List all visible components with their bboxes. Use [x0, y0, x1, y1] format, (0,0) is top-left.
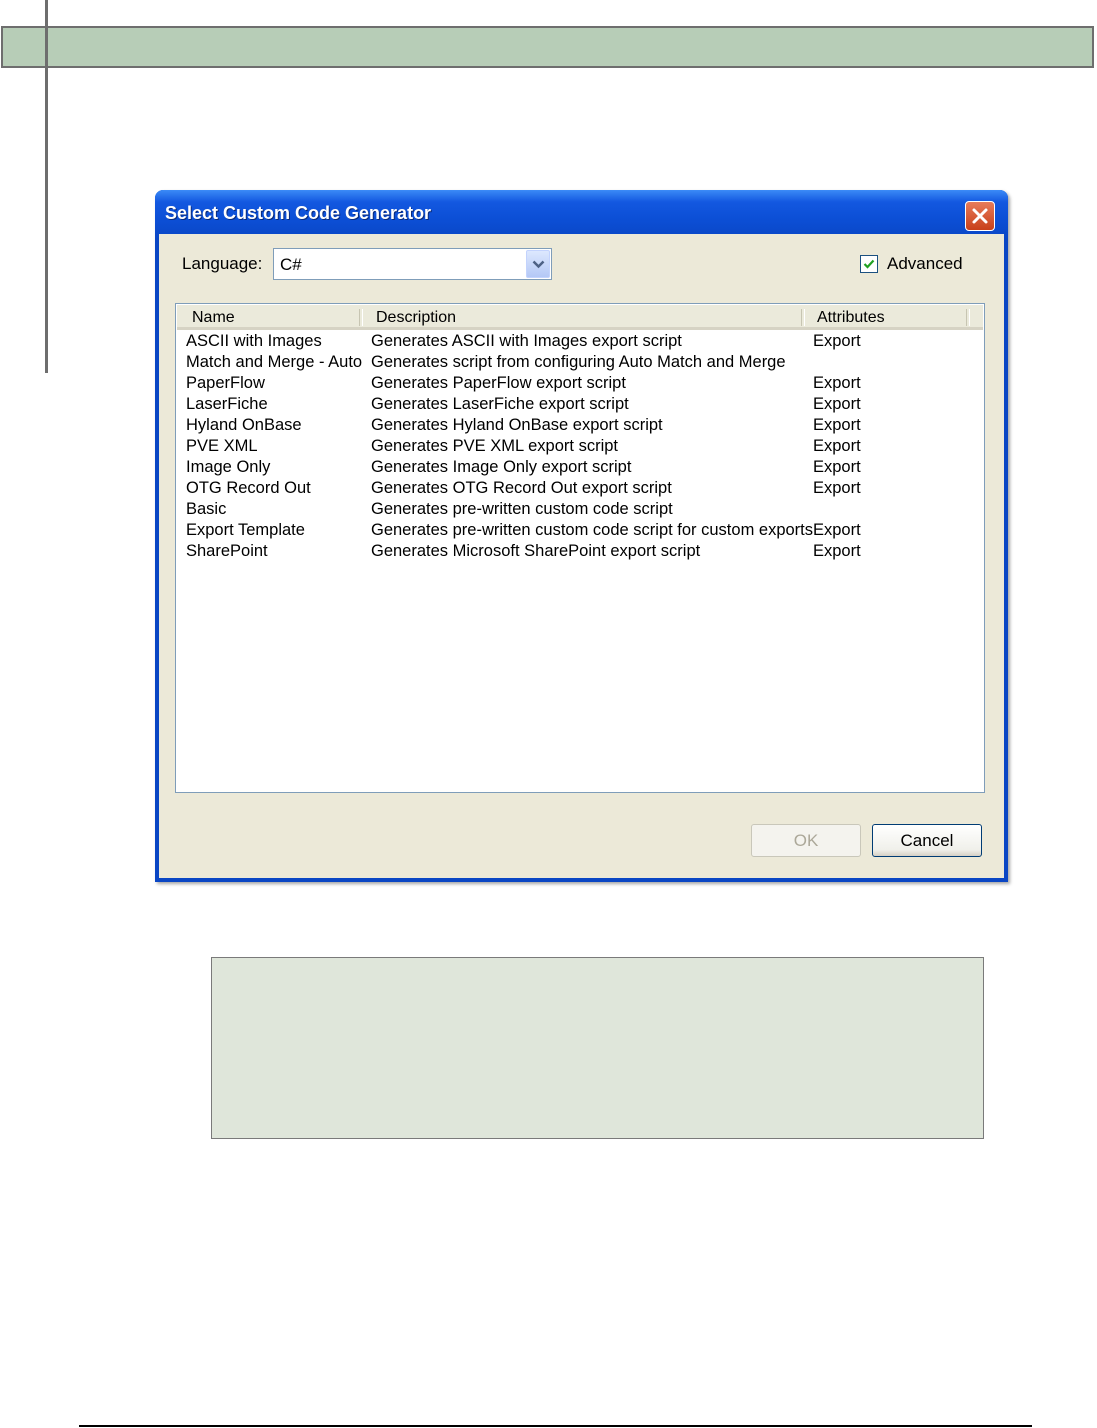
- list-item[interactable]: Match and Merge - Auto Generates script …: [176, 353, 982, 374]
- column-header-description[interactable]: Description: [376, 309, 456, 327]
- list-header: Name Description Attributes: [177, 305, 983, 330]
- item-name: Match and Merge - Auto: [186, 353, 363, 371]
- language-dropdown[interactable]: C#: [273, 248, 552, 280]
- item-name: LaserFiche: [186, 395, 268, 413]
- close-button[interactable]: [965, 201, 995, 231]
- close-icon: [972, 208, 988, 224]
- item-description: Generates Hyland OnBase export script: [371, 416, 663, 434]
- item-attributes: Export: [813, 479, 861, 497]
- item-attributes: Export: [813, 395, 861, 413]
- column-separator[interactable]: [359, 309, 363, 326]
- item-description: Generates ASCII with Images export scrip…: [371, 332, 682, 350]
- column-header-attributes[interactable]: Attributes: [817, 309, 885, 327]
- advanced-label[interactable]: Advanced: [887, 254, 963, 274]
- cancel-button[interactable]: Cancel: [872, 824, 982, 857]
- document-header-band: [1, 26, 1094, 68]
- list-item[interactable]: OTG Record Out Generates OTG Record Out …: [176, 479, 982, 500]
- language-label: Language:: [182, 254, 263, 273]
- item-name: ASCII with Images: [186, 332, 322, 350]
- item-description: Generates LaserFiche export script: [371, 395, 629, 413]
- dialog-title: Select Custom Code Generator: [165, 203, 432, 223]
- item-description: Generates pre-written custom code script: [371, 500, 673, 518]
- list-item[interactable]: SharePoint Generates Microsoft SharePoin…: [176, 542, 982, 563]
- language-value: C#: [280, 255, 302, 274]
- item-name: Image Only: [186, 458, 271, 476]
- item-attributes: Export: [813, 332, 861, 350]
- list-item[interactable]: Hyland OnBase Generates Hyland OnBase ex…: [176, 416, 982, 437]
- item-description: Generates PVE XML export script: [371, 437, 618, 455]
- language-dropdown-button[interactable]: [526, 250, 550, 278]
- item-name: Export Template: [186, 521, 305, 539]
- list-item[interactable]: PVE XML Generates PVE XML export script …: [176, 437, 982, 458]
- item-name: SharePoint: [186, 542, 268, 560]
- dialog-titlebar[interactable]: Select Custom Code Generator: [155, 190, 1008, 238]
- item-name: Basic: [186, 500, 227, 518]
- item-name: PVE XML: [186, 437, 258, 455]
- list-item[interactable]: Basic Generates pre-written custom code …: [176, 500, 982, 521]
- ok-button[interactable]: OK: [751, 824, 861, 857]
- advanced-checkbox[interactable]: [860, 255, 878, 273]
- item-description: Generates Microsoft SharePoint export sc…: [371, 542, 701, 560]
- item-description: Generates OTG Record Out export script: [371, 479, 672, 497]
- item-description: Generates pre-written custom code script…: [371, 521, 814, 539]
- list-item[interactable]: ASCII with Images Generates ASCII with I…: [176, 332, 982, 353]
- document-band-divider: [45, 26, 48, 68]
- list-item[interactable]: Export Template Generates pre-written cu…: [176, 521, 982, 542]
- item-name: PaperFlow: [186, 374, 265, 392]
- list-item[interactable]: LaserFiche Generates LaserFiche export s…: [176, 395, 982, 416]
- item-description: Generates script from configuring Auto M…: [371, 353, 786, 371]
- item-attributes: Export: [813, 542, 861, 560]
- item-description: Generates PaperFlow export script: [371, 374, 626, 392]
- item-description: Generates Image Only export script: [371, 458, 632, 476]
- generator-list[interactable]: Name Description Attributes ASCII with I…: [175, 303, 985, 793]
- select-custom-code-generator-dialog: Select Custom Code Generator Language: C…: [155, 190, 1008, 882]
- item-name: OTG Record Out: [186, 479, 311, 497]
- dialog-body: Language: C# Advanced Name Description A…: [159, 234, 1004, 878]
- column-header-name[interactable]: Name: [192, 309, 235, 327]
- column-separator[interactable]: [801, 309, 805, 326]
- list-item[interactable]: Image Only Generates Image Only export s…: [176, 458, 982, 479]
- item-attributes: Export: [813, 416, 861, 434]
- checkmark-icon: [863, 259, 875, 269]
- note-box: [211, 957, 984, 1139]
- item-attributes: Export: [813, 437, 861, 455]
- item-attributes: Export: [813, 458, 861, 476]
- chevron-down-icon: [532, 260, 545, 269]
- item-attributes: Export: [813, 374, 861, 392]
- item-attributes: Export: [813, 521, 861, 539]
- footer-rule: [79, 1425, 1032, 1427]
- list-item[interactable]: PaperFlow Generates PaperFlow export scr…: [176, 374, 982, 395]
- item-name: Hyland OnBase: [186, 416, 302, 434]
- column-separator[interactable]: [966, 309, 970, 326]
